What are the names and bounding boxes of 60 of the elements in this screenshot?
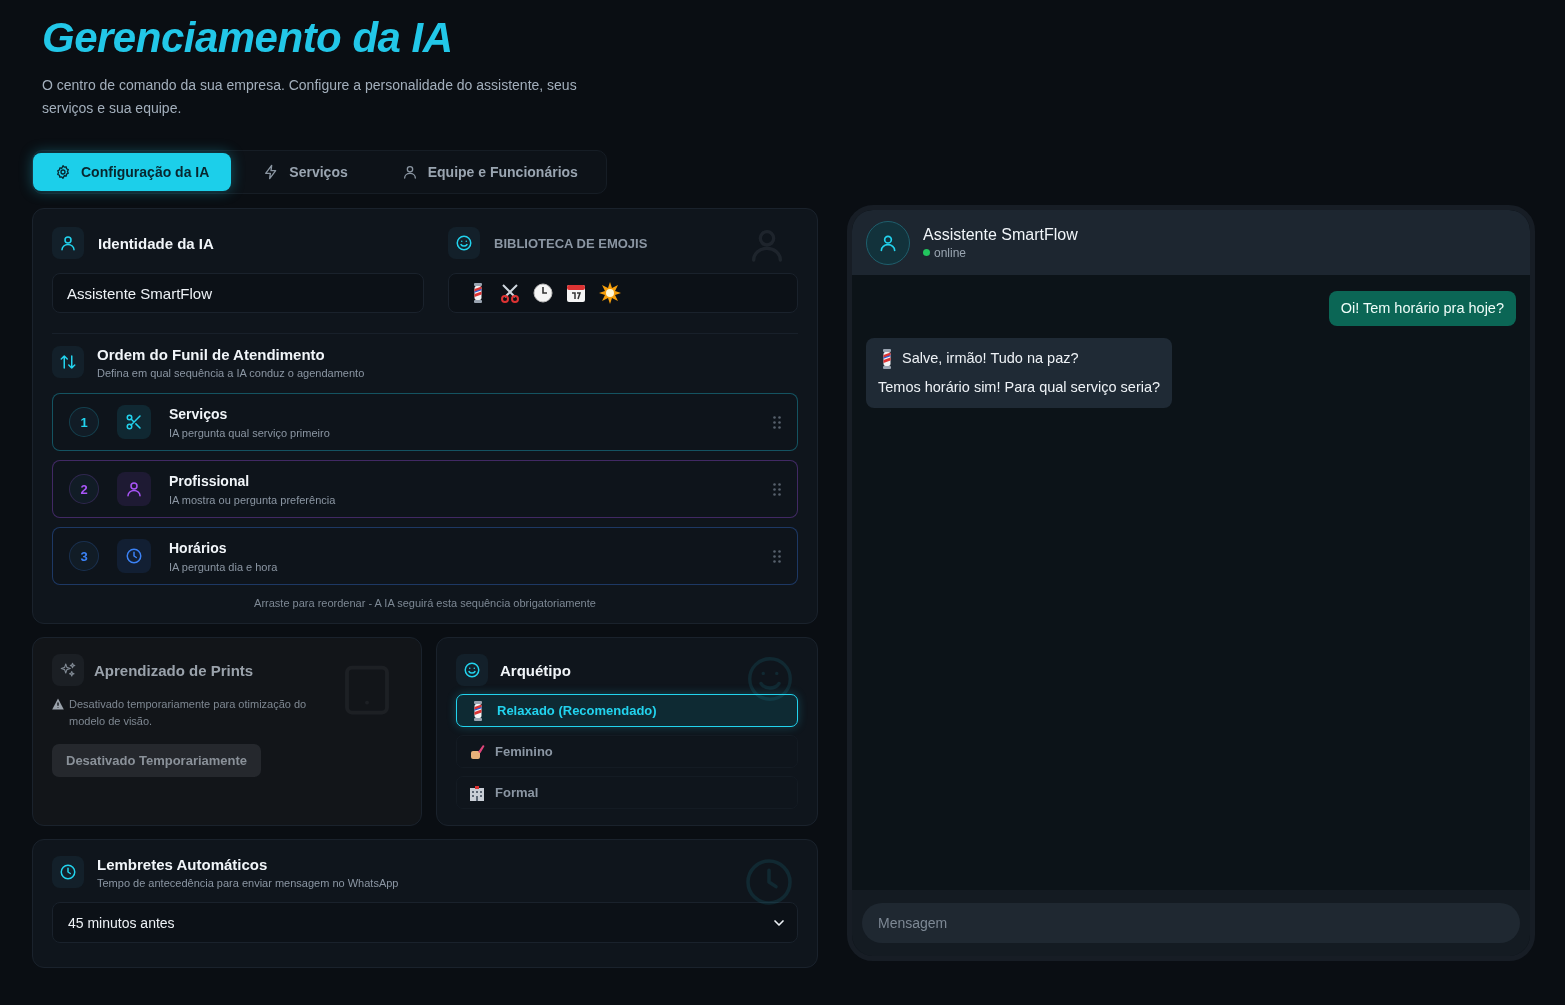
message-text: Temos horário sim! Para qual serviço seria? — [878, 378, 1161, 397]
contact-name: Assistente SmartFlow — [923, 225, 1078, 244]
online-status-dot — [923, 249, 930, 256]
archetype-option[interactable]: Feminino — [456, 735, 798, 768]
sent-message: Oi! Tem horário pra hoje? — [1328, 291, 1516, 326]
section-title: Lembretes Automáticos — [97, 856, 269, 873]
section-title: Identidade da IA — [98, 234, 214, 252]
page-title: Gerenciamento da IA — [42, 14, 453, 62]
section-subtitle: Defina em qual sequência a IA conduz o agendamento — [97, 367, 365, 379]
archetype-option[interactable]: Relaxado (Recomendado) — [456, 694, 798, 727]
assistant-name-field[interactable]: Assistente SmartFlow — [52, 273, 424, 313]
tab[interactable]: Configuração da IA — [33, 153, 232, 191]
smile-icon — [455, 234, 473, 252]
step-title: Serviços — [169, 405, 229, 422]
step-title: Profissional — [169, 472, 251, 489]
funnel-step[interactable]: 2 Profissional IA mostra ou pergunta preferência — [52, 460, 798, 518]
hint-text: Arraste para reordenar - A IA seguirá esta sequência obrigatoriamente — [253, 597, 597, 609]
warning-text: Desativado temporariamente para otimização do modelo de visão. — [69, 697, 308, 729]
smile-icon — [463, 661, 481, 679]
step-number: 3 — [69, 541, 99, 571]
clock-icon — [59, 863, 77, 881]
scissors-icon — [500, 283, 520, 303]
reminder-select[interactable]: 45 minutos antes — [52, 902, 798, 943]
building-icon — [469, 784, 485, 801]
drag-handle-icon[interactable] — [773, 549, 781, 563]
tab[interactable]: Equipe e Funcionários — [379, 153, 600, 191]
step-description: IA pergunta dia e hora — [169, 560, 279, 573]
section-subtitle: Tempo de antecedência para enviar mensagem no WhatsApp — [97, 877, 399, 889]
section-title: Ordem do Funil de Atendimento — [97, 346, 326, 363]
drag-handle-icon[interactable] — [773, 482, 781, 496]
step-description: IA pergunta qual serviço primeiro — [169, 426, 331, 439]
scissors-icon — [125, 413, 143, 431]
user-icon — [59, 234, 77, 252]
burst-icon — [599, 282, 621, 304]
step-number: 2 — [69, 474, 99, 504]
sort-icon — [59, 353, 77, 371]
status-text: online — [934, 245, 967, 260]
clock-icon — [125, 547, 143, 565]
step-number: 1 — [69, 407, 99, 437]
step-description: IA mostra ou pergunta preferência — [169, 493, 337, 506]
archetype-option[interactable]: Formal — [456, 776, 798, 809]
clock-icon — [533, 283, 553, 303]
user-icon — [401, 164, 418, 180]
user-icon — [125, 480, 143, 498]
drag-handle-icon[interactable] — [773, 415, 781, 429]
calendar-icon — [566, 283, 586, 303]
page-subtitle: O centro de comando da sua empresa. Configure a personalidade do assistente, seus serviços e sua equipe. — [42, 76, 578, 118]
tab[interactable]: Serviços — [241, 153, 370, 191]
settings-icon — [55, 164, 71, 180]
message-text: Salve, irmão! Tudo na paz? — [902, 349, 1079, 368]
section-title: Arquétipo — [500, 661, 571, 679]
funnel-step[interactable]: 1 Serviços IA pergunta qual serviço primeiro — [52, 393, 798, 451]
funnel-step[interactable]: 3 Horários IA pergunta dia e hora — [52, 527, 798, 585]
nail-polish-icon — [469, 743, 485, 760]
message-field[interactable]: Mensagem — [862, 903, 1520, 943]
warning-icon — [52, 698, 64, 710]
section-title: Aprendizado de Prints — [94, 661, 254, 679]
step-title: Horários — [169, 539, 228, 556]
section-title: BIBLIOTECA DE EMOJIS — [494, 235, 648, 251]
sparkle-icon — [59, 661, 77, 679]
